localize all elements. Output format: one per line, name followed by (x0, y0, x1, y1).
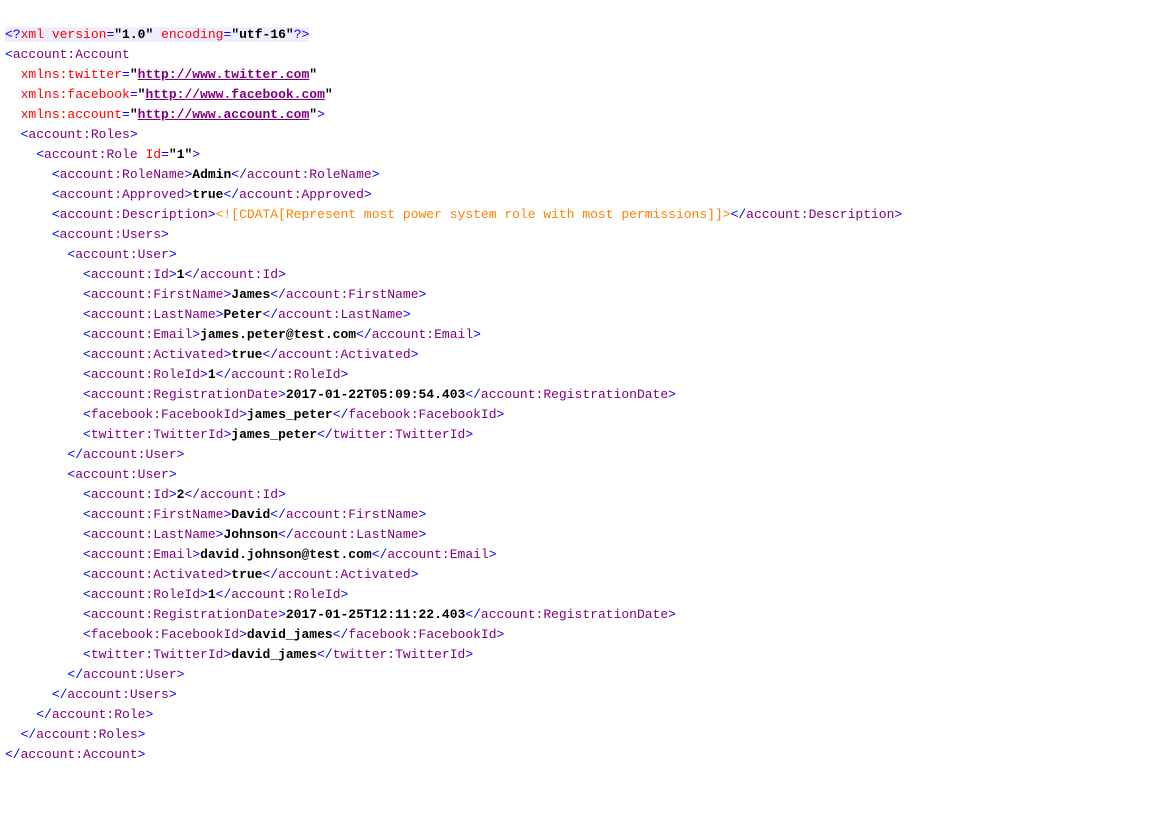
xml-content: <?xml version="1.0" encoding="utf-16"?> … (5, 25, 1160, 765)
